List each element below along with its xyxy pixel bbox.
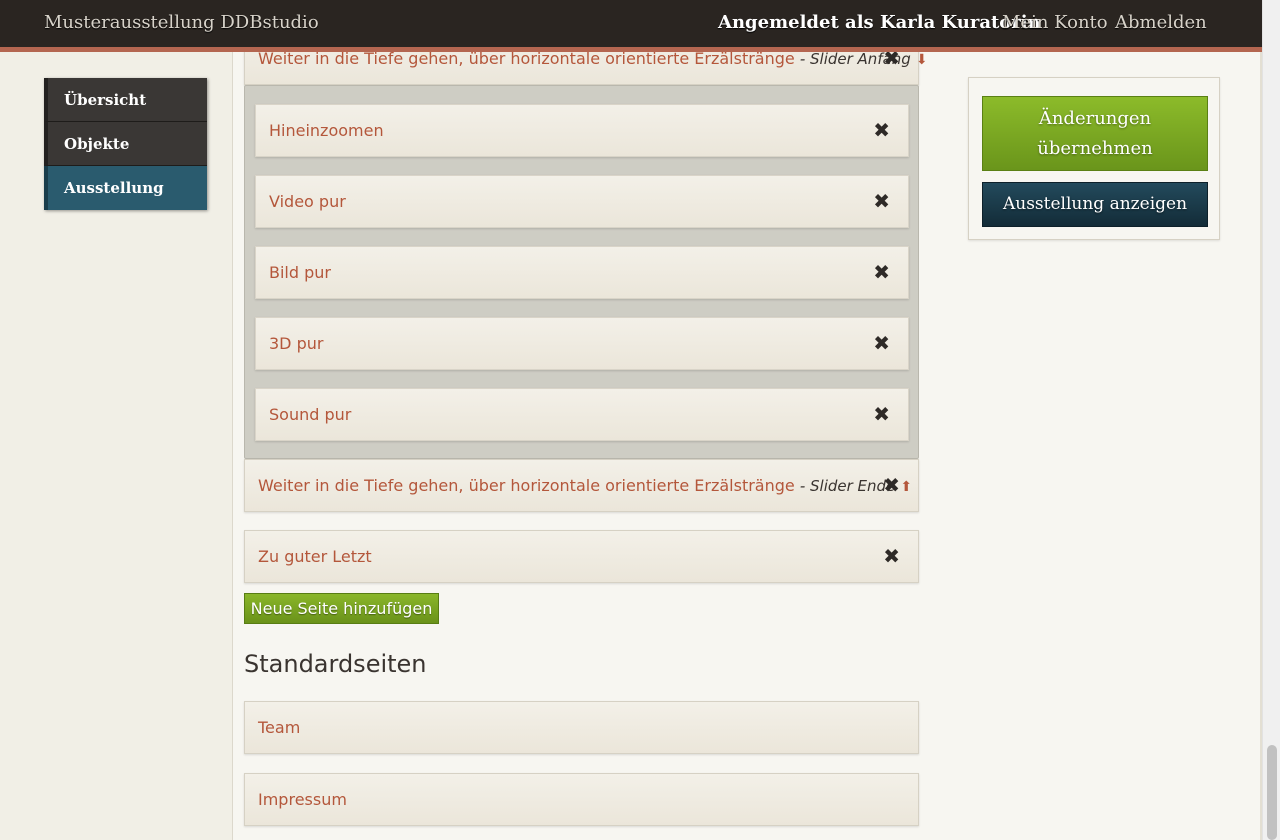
standard-page-item[interactable]: Impressum xyxy=(244,773,919,826)
page-item-label[interactable]: Sound pur xyxy=(269,405,351,424)
top-bar: Musterausstellung DDBstudio Angemeldet a… xyxy=(0,0,1262,47)
page-item[interactable]: 3D pur ✖ xyxy=(255,317,909,370)
remove-icon[interactable]: ✖ xyxy=(883,544,900,568)
slider-marker: - Slider Ende xyxy=(799,477,896,495)
remove-icon[interactable]: ✖ xyxy=(873,331,890,355)
section-heading: Standardseiten xyxy=(244,650,427,678)
sidebar-item-objects[interactable]: Objekte xyxy=(44,122,207,166)
page-item[interactable]: Zu guter Letzt ✖ xyxy=(244,530,919,583)
sidebar-item-exhibition[interactable]: Ausstellung xyxy=(44,166,207,210)
scrollbar-thumb[interactable] xyxy=(1267,745,1277,840)
standard-page-item[interactable]: Team xyxy=(244,701,919,754)
page-item-label[interactable]: Weiter in die Tiefe gehen, über horizont… xyxy=(258,476,912,495)
page-item-label[interactable]: Zu guter Letzt xyxy=(258,547,372,566)
remove-icon[interactable]: ✖ xyxy=(883,473,900,497)
page-item-label[interactable]: 3D pur xyxy=(269,334,323,353)
logged-in-user: Angemeldet als Karla Kuratorin xyxy=(718,12,1041,33)
apply-changes-button[interactable]: Änderungen übernehmen xyxy=(982,96,1208,171)
page-item-label[interactable]: Hineinzoomen xyxy=(269,121,384,140)
sidebar-nav: Übersicht Objekte Ausstellung xyxy=(44,78,207,210)
page-title: Weiter in die Tiefe gehen, über horizont… xyxy=(258,476,795,495)
remove-icon[interactable]: ✖ xyxy=(873,118,890,142)
page-item-slider-end[interactable]: Weiter in die Tiefe gehen, über horizont… xyxy=(244,459,919,512)
account-link[interactable]: Mein Konto xyxy=(1002,12,1108,33)
remove-icon[interactable]: ✖ xyxy=(873,260,890,284)
show-exhibition-button[interactable]: Ausstellung anzeigen xyxy=(982,182,1208,227)
page-item-label[interactable]: Bild pur xyxy=(269,263,331,282)
arrow-down-icon: ⬇ xyxy=(915,52,928,68)
add-page-button[interactable]: Neue Seite hinzufügen xyxy=(244,593,439,624)
top-bar-stripe xyxy=(0,47,1262,52)
slider-group: Hineinzoomen ✖ Video pur ✖ Bild pur ✖ 3D… xyxy=(244,85,919,459)
arrow-up-icon: ⬆ xyxy=(900,479,913,495)
sidebar-item-overview[interactable]: Übersicht xyxy=(44,78,207,122)
page-item[interactable]: Hineinzoomen ✖ xyxy=(255,104,909,157)
site-title[interactable]: Musterausstellung DDBstudio xyxy=(44,12,319,33)
page-item[interactable]: Bild pur ✖ xyxy=(255,246,909,299)
remove-icon[interactable]: ✖ xyxy=(873,402,890,426)
page-item[interactable]: Video pur ✖ xyxy=(255,175,909,228)
remove-icon[interactable]: ✖ xyxy=(873,189,890,213)
page-item-label[interactable]: Team xyxy=(258,718,300,737)
scrollbar[interactable] xyxy=(1262,0,1280,840)
page-item-label[interactable]: Video pur xyxy=(269,192,346,211)
logout-link[interactable]: Abmelden xyxy=(1115,12,1207,33)
page-item-label[interactable]: Impressum xyxy=(258,790,347,809)
actions-panel: Änderungen übernehmen Ausstellung anzeig… xyxy=(968,77,1220,240)
page-item[interactable]: Sound pur ✖ xyxy=(255,388,909,441)
